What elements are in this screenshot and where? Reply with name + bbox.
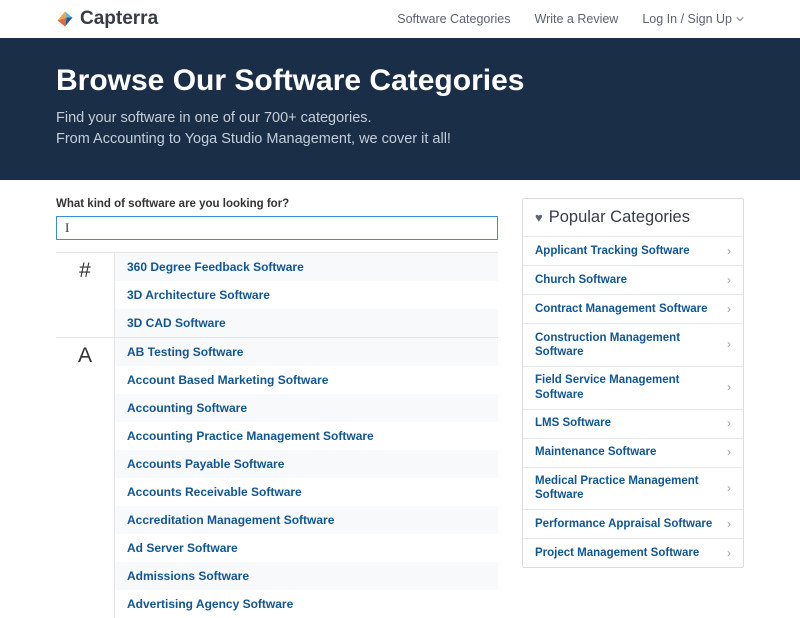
chevron-right-icon: ›: [727, 517, 731, 532]
hero: Browse Our Software Categories Find your…: [0, 38, 800, 180]
index-section-a: A AB Testing Software Account Based Mark…: [56, 337, 498, 618]
category-link[interactable]: Accreditation Management Software: [115, 506, 498, 534]
header: Capterra Software Categories Write a Rev…: [0, 0, 800, 38]
panel-items: Applicant Tracking Software› Church Soft…: [523, 236, 743, 567]
page-title: Browse Our Software Categories: [56, 64, 744, 98]
category-link[interactable]: 3D CAD Software: [115, 309, 498, 337]
nav-categories[interactable]: Software Categories: [397, 12, 510, 26]
chevron-right-icon: ›: [727, 481, 731, 496]
category-link[interactable]: AB Testing Software: [115, 338, 498, 366]
popular-link[interactable]: Applicant Tracking Software›: [523, 236, 743, 265]
popular-link[interactable]: Performance Appraisal Software›: [523, 509, 743, 538]
category-link[interactable]: Accounts Receivable Software: [115, 478, 498, 506]
category-link[interactable]: 360 Degree Feedback Software: [115, 253, 498, 281]
nav-login[interactable]: Log In / Sign Up: [642, 12, 744, 26]
nav: Software Categories Write a Review Log I…: [397, 12, 744, 26]
popular-link[interactable]: Medical Practice Management Software›: [523, 467, 743, 510]
chevron-right-icon: ›: [727, 380, 731, 395]
hero-sub-2: From Accounting to Yoga Studio Managemen…: [56, 129, 744, 150]
category-link[interactable]: Accounts Payable Software: [115, 450, 498, 478]
index-section-hash: # 360 Degree Feedback Software 3D Archit…: [56, 252, 498, 337]
popular-link[interactable]: Project Management Software›: [523, 538, 743, 567]
hero-sub-1: Find your software in one of our 700+ ca…: [56, 108, 744, 129]
left-column: What kind of software are you looking fo…: [56, 198, 498, 618]
nav-login-label: Log In / Sign Up: [642, 12, 732, 26]
capterra-logo-icon: [56, 10, 74, 28]
text-cursor-icon: I: [65, 220, 69, 236]
logo[interactable]: Capterra: [56, 8, 158, 30]
index-items: 360 Degree Feedback Software 3D Architec…: [114, 253, 498, 337]
popular-link[interactable]: Contract Management Software›: [523, 294, 743, 323]
popular-link[interactable]: Construction Management Software›: [523, 323, 743, 366]
category-link[interactable]: Accounting Practice Management Software: [115, 422, 498, 450]
chevron-right-icon: ›: [727, 337, 731, 352]
panel-header: ♥ Popular Categories: [523, 199, 743, 236]
category-link[interactable]: Ad Server Software: [115, 534, 498, 562]
chevron-right-icon: ›: [727, 445, 731, 460]
category-link[interactable]: Advertising Agency Software: [115, 590, 498, 618]
heart-icon: ♥: [535, 210, 543, 225]
index-letter: #: [56, 253, 114, 337]
popular-link[interactable]: Maintenance Software›: [523, 438, 743, 467]
chevron-right-icon: ›: [727, 302, 731, 317]
index-items: AB Testing Software Account Based Market…: [114, 338, 498, 618]
chevron-right-icon: ›: [727, 546, 731, 561]
category-link[interactable]: Accounting Software: [115, 394, 498, 422]
chevron-right-icon: ›: [727, 416, 731, 431]
popular-link[interactable]: Field Service Management Software›: [523, 366, 743, 409]
popular-link[interactable]: Church Software›: [523, 265, 743, 294]
chevron-right-icon: ›: [727, 244, 731, 259]
category-link[interactable]: Admissions Software: [115, 562, 498, 590]
index-letter: A: [56, 338, 114, 618]
category-link[interactable]: 3D Architecture Software: [115, 281, 498, 309]
popular-categories-panel: ♥ Popular Categories Applicant Tracking …: [522, 198, 744, 568]
chevron-down-icon: [736, 15, 744, 23]
right-column: ♥ Popular Categories Applicant Tracking …: [522, 198, 744, 568]
search-input[interactable]: I: [56, 216, 498, 240]
popular-link[interactable]: LMS Software›: [523, 409, 743, 438]
category-list: # 360 Degree Feedback Software 3D Archit…: [56, 252, 498, 618]
content: What kind of software are you looking fo…: [0, 180, 800, 618]
nav-write-review[interactable]: Write a Review: [535, 12, 619, 26]
logo-text: Capterra: [80, 8, 158, 30]
category-link[interactable]: Account Based Marketing Software: [115, 366, 498, 394]
panel-title: Popular Categories: [549, 208, 690, 227]
chevron-right-icon: ›: [727, 273, 731, 288]
search-label: What kind of software are you looking fo…: [56, 198, 498, 210]
